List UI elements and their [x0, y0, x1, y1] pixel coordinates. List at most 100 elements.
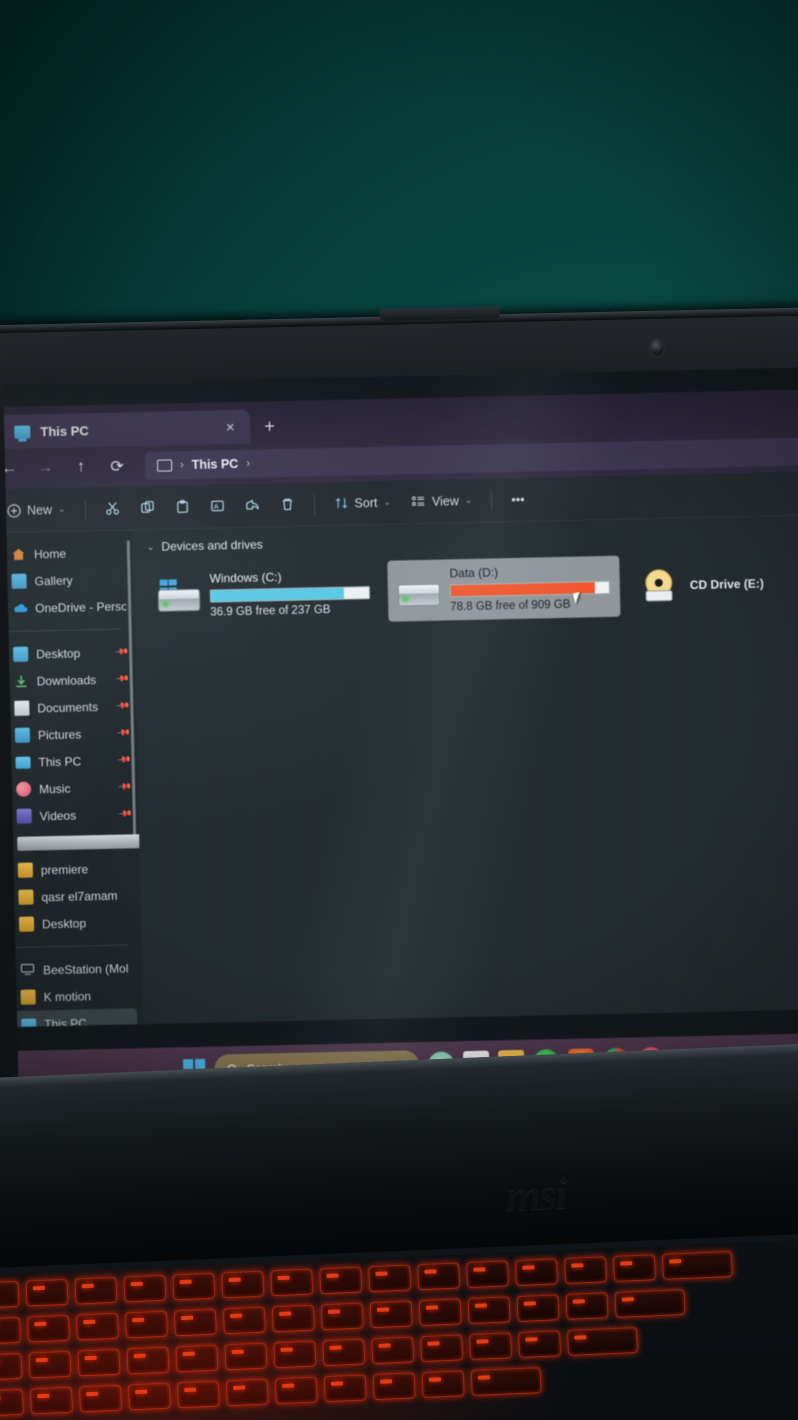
drive-name: CD Drive (E:) [689, 576, 764, 592]
folder-icon [18, 916, 35, 932]
sidebar-item-music[interactable]: Music 📌 [3, 773, 138, 803]
sidebar-item-videos[interactable]: Videos 📌 [3, 800, 139, 830]
sidebar-item-beestation-mol[interactable]: BeeStation (Mol [3, 954, 142, 984]
sidebar-item-this-pc[interactable]: This PC [3, 1008, 138, 1028]
group-label: Devices and drives [161, 537, 263, 554]
drive-info: CD Drive (E:) [690, 576, 764, 592]
keyboard-backlight-glow [0, 1236, 798, 1420]
drive-capacity-bar [209, 586, 371, 603]
sidebar-item-this-pc[interactable]: This PC 📌 [3, 746, 137, 776]
hard-drive-icon [397, 583, 441, 607]
sidebar-item-label: premiere [40, 861, 89, 877]
plus-circle-icon [7, 503, 21, 517]
forward-button[interactable]: → [29, 453, 62, 484]
sidebar-item-qasr-el7amam[interactable]: qasr el7amam [3, 881, 140, 911]
back-button[interactable]: ← [3, 454, 25, 485]
windows-drive-icon [157, 578, 201, 613]
paste-button[interactable] [165, 491, 199, 522]
breadcrumb-this-pc[interactable]: This PC [192, 457, 239, 472]
sidebar-divider [11, 944, 128, 949]
rename-button[interactable]: A [200, 491, 234, 522]
tab-this-pc[interactable]: This PC × [3, 409, 251, 450]
sidebar-item-label: This PC [38, 753, 82, 769]
more-options-button[interactable]: ••• [502, 484, 534, 515]
this-pc-icon [14, 424, 31, 439]
sidebar-item-label: Documents [37, 699, 99, 715]
onedrive-icon [12, 601, 28, 616]
network-icon [20, 963, 35, 978]
breadcrumb-separator: › [179, 459, 184, 472]
pin-icon[interactable]: 📌 [114, 671, 130, 687]
view-icon [411, 496, 425, 506]
close-icon[interactable]: × [220, 419, 240, 436]
this-pc-icon [156, 459, 173, 472]
view-label: View [431, 493, 460, 509]
sidebar-item-data-d[interactable]: Data (D:) [3, 827, 144, 857]
hard-drive-icon [157, 588, 201, 612]
downloads-icon [14, 674, 29, 689]
sidebar-item-label: Music [38, 781, 71, 796]
navigation-pane[interactable]: HomeGallery›OneDrive - PersoDesktop📌Down… [3, 530, 144, 1028]
breadcrumb-separator-2[interactable]: › [246, 458, 250, 470]
new-button[interactable]: New ⌄ [3, 494, 75, 526]
drive-tile-data-d[interactable]: Data (D:) 78.8 GB free of 909 GB [387, 555, 621, 622]
pin-icon[interactable]: 📌 [114, 644, 129, 660]
videos-icon [16, 808, 32, 824]
sidebar-item-k-motion[interactable]: K motion [3, 981, 143, 1011]
pin-icon[interactable]: 📌 [117, 806, 133, 822]
sidebar-item-label: Desktop [41, 915, 87, 931]
this-pc-icon [15, 756, 31, 769]
sidebar-item-pictures[interactable]: Pictures 📌 [3, 719, 137, 749]
delete-button[interactable] [270, 489, 304, 520]
drive-capacity-bar [449, 580, 610, 598]
view-button[interactable]: View ⌄ [402, 485, 482, 517]
windows-desktop: This PC × + ← → ↑ ⟳ › This PC › New ⌄ A … [3, 366, 798, 1097]
drive-name: Data (D:) [449, 565, 499, 581]
sidebar-item-premiere[interactable]: premiere [3, 854, 140, 884]
sidebar-item-label: This PC [44, 1015, 88, 1028]
toolbar-divider-3 [491, 489, 493, 510]
pin-icon[interactable]: 📌 [115, 725, 131, 741]
home-icon [11, 547, 26, 562]
pin-icon[interactable]: 📌 [117, 779, 132, 795]
cut-button[interactable] [95, 493, 129, 524]
sidebar-item-gallery[interactable]: Gallery [3, 565, 134, 595]
sidebar-item-home[interactable]: Home [3, 538, 133, 568]
sort-icon [335, 498, 347, 509]
devices-and-drives-header[interactable]: ⌄ Devices and drives [147, 524, 798, 554]
drive-tile-cd-drive-e[interactable]: CD Drive (E:) [627, 552, 774, 616]
sidebar-item-label: qasr el7amam [41, 888, 118, 904]
sidebar-item-desktop[interactable]: Desktop [3, 908, 141, 938]
copy-button[interactable] [130, 492, 164, 523]
sidebar-item-onedrive-perso[interactable]: ›OneDrive - Perso [3, 592, 134, 622]
sidebar-item-label: Videos [39, 808, 77, 823]
drive-info: Data (D:) 78.8 GB free of 909 GB [449, 563, 610, 613]
copy-icon [140, 501, 154, 513]
svg-text:A: A [213, 504, 218, 511]
drive-list: Windows (C:) 36.9 GB free of 237 GB Data (… [147, 550, 798, 627]
pictures-icon [14, 727, 31, 743]
up-button[interactable]: ↑ [65, 452, 98, 483]
drive-capacity-fill [210, 587, 344, 602]
sidebar-item-desktop[interactable]: Desktop 📌 [3, 638, 135, 668]
laptop-photo-scene: This PC × + ← → ↑ ⟳ › This PC › New ⌄ A … [0, 0, 798, 1420]
cd-drive-icon [637, 568, 680, 603]
sidebar-item-label: Pictures [37, 726, 82, 742]
chevron-down-icon[interactable]: ⌄ [147, 541, 155, 552]
pin-icon[interactable]: 📌 [115, 698, 131, 714]
sidebar-item-documents[interactable]: Documents 📌 [3, 692, 136, 722]
sort-button[interactable]: Sort ⌄ [324, 487, 400, 519]
sidebar-item-label: K motion [43, 988, 92, 1004]
chevron-down-icon: ⌄ [383, 496, 392, 507]
documents-icon [14, 700, 30, 716]
laptop-lid: This PC × + ← → ↑ ⟳ › This PC › New ⌄ A … [0, 306, 798, 1126]
sidebar-item-downloads[interactable]: Downloads 📌 [3, 665, 136, 695]
new-tab-button[interactable]: + [264, 416, 275, 436]
new-label: New [26, 502, 53, 518]
msi-logo: msi [504, 1166, 567, 1221]
refresh-button[interactable]: ⟳ [101, 451, 134, 482]
webcam-icon [650, 338, 664, 356]
share-button[interactable] [235, 490, 269, 521]
drive-tile-windows-c[interactable]: Windows (C:) 36.9 GB free of 237 GB [147, 561, 380, 627]
pin-icon[interactable]: 📌 [116, 752, 132, 768]
